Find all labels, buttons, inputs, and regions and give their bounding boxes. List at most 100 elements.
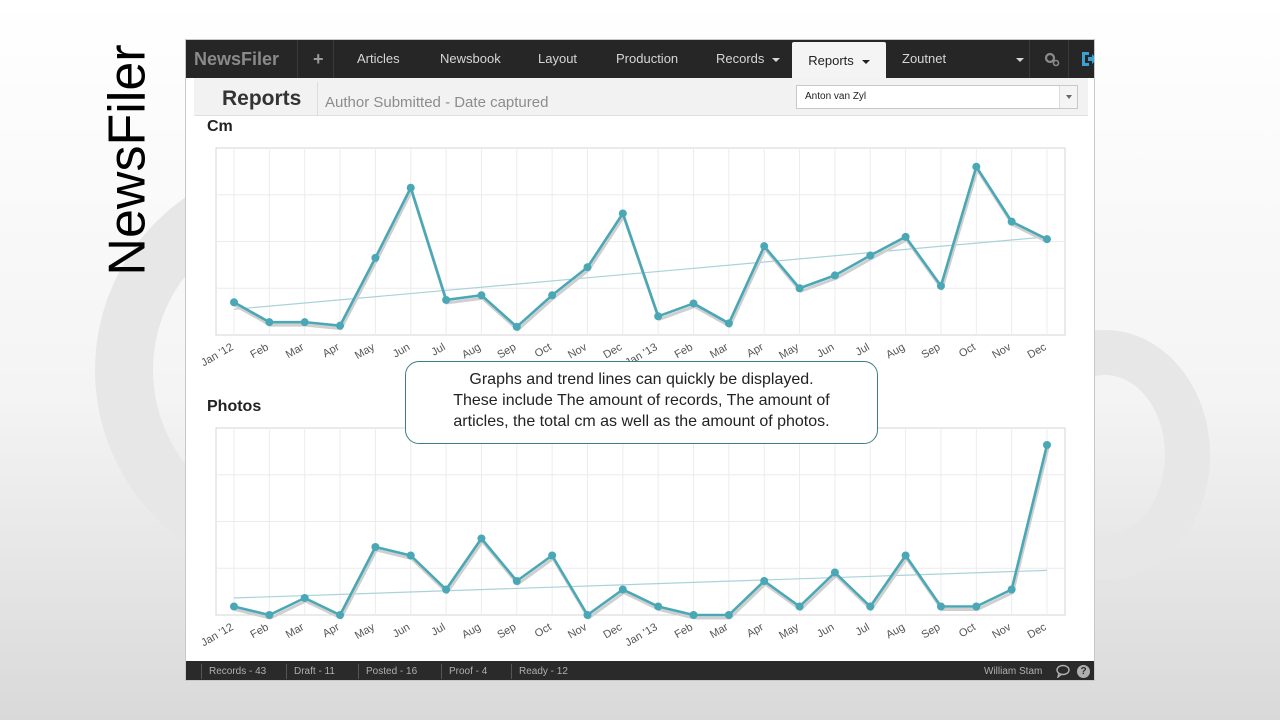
data-point bbox=[689, 299, 698, 308]
data-point bbox=[724, 611, 733, 619]
x-tick-label: Oct bbox=[957, 341, 978, 360]
x-tick-label: Jun bbox=[815, 621, 836, 640]
data-point bbox=[512, 322, 521, 331]
x-tick-label: Jul bbox=[854, 621, 872, 638]
x-tick-label: Dec bbox=[1026, 341, 1049, 361]
chart-title-photos: Photos bbox=[207, 398, 262, 415]
x-tick-label: Sep bbox=[495, 621, 518, 641]
x-tick-label: Sep bbox=[495, 341, 518, 361]
nav-separator bbox=[333, 40, 334, 78]
data-point bbox=[760, 577, 769, 585]
data-point bbox=[300, 594, 309, 602]
data-point bbox=[654, 602, 663, 611]
chat-icon[interactable] bbox=[1056, 664, 1070, 678]
data-point bbox=[901, 551, 910, 560]
gear-icon[interactable] bbox=[1044, 51, 1060, 67]
data-point bbox=[972, 602, 981, 611]
data-point bbox=[477, 291, 486, 300]
data-point bbox=[689, 611, 698, 619]
nav-item-newsbook[interactable]: Newsbook bbox=[440, 40, 501, 78]
nav-separator bbox=[1029, 40, 1030, 78]
chart-title-cm: Cm bbox=[207, 118, 233, 135]
help-icon[interactable]: ? bbox=[1077, 665, 1090, 678]
x-tick-label: Mar bbox=[284, 341, 307, 361]
x-tick-label: Apr bbox=[745, 341, 766, 360]
data-point bbox=[654, 312, 663, 321]
add-button[interactable]: + bbox=[313, 40, 324, 78]
nav-item-records-label: Records bbox=[716, 51, 765, 66]
x-tick-label: Jul bbox=[429, 621, 447, 638]
chevron-down-icon[interactable] bbox=[1059, 86, 1077, 108]
current-user[interactable]: William Stam bbox=[984, 661, 1042, 680]
x-tick-label: Nov bbox=[990, 341, 1013, 361]
callout-line: Graphs and trend lines can quickly be di… bbox=[469, 371, 814, 388]
photos-line-chart: Jan '12 Feb Mar Apr May Jun Jul Aug Sep Oct Nov Dec… bbox=[199, 427, 1066, 649]
zoutnet-dropdown-toggle[interactable] bbox=[1008, 40, 1024, 78]
page-title: Reports bbox=[222, 87, 302, 110]
status-records[interactable]: Records - 43 bbox=[201, 661, 266, 680]
status-ready[interactable]: Ready - 12 bbox=[511, 661, 568, 680]
data-point bbox=[300, 318, 309, 327]
x-tick-label: May bbox=[353, 621, 377, 642]
nav-item-reports-label: Reports bbox=[808, 53, 854, 68]
x-tick-label: Jul bbox=[854, 341, 872, 358]
x-tick-label: Jan '12 bbox=[199, 621, 235, 649]
data-point bbox=[1043, 441, 1051, 449]
nav-item-production[interactable]: Production bbox=[616, 40, 678, 78]
data-point bbox=[936, 281, 945, 290]
data-point bbox=[1007, 217, 1016, 226]
logout-icon[interactable] bbox=[1079, 50, 1095, 68]
data-point bbox=[371, 253, 380, 262]
data-point bbox=[724, 319, 733, 328]
data-point bbox=[336, 321, 345, 330]
top-navbar: NewsFiler + Articles Newsbook Layout Pro… bbox=[186, 40, 1095, 80]
slide-title: NewsFiler bbox=[99, 44, 158, 276]
data-point bbox=[760, 242, 769, 251]
data-point bbox=[936, 602, 945, 611]
x-tick-label: Jun bbox=[391, 341, 412, 360]
data-point bbox=[442, 295, 451, 304]
x-tick-label: Feb bbox=[248, 621, 270, 641]
x-tick-label: Aug bbox=[884, 341, 907, 361]
data-point bbox=[442, 585, 451, 594]
header-separator bbox=[317, 82, 318, 116]
x-tick-label: Dec bbox=[601, 341, 624, 361]
x-tick-label: Feb bbox=[673, 341, 695, 361]
status-posted[interactable]: Posted - 16 bbox=[358, 661, 417, 680]
x-tick-label: Jan '12 bbox=[199, 341, 235, 369]
caret-down-icon bbox=[861, 59, 870, 64]
x-tick-label: Jun bbox=[815, 341, 836, 360]
nav-item-zoutnet[interactable]: Zoutnet bbox=[902, 40, 946, 78]
data-point bbox=[512, 577, 521, 585]
x-tick-label: Oct bbox=[533, 341, 554, 360]
x-tick-label: Nov bbox=[566, 341, 589, 361]
nav-item-layout[interactable]: Layout bbox=[538, 40, 577, 78]
brand-logo[interactable]: NewsFiler bbox=[194, 40, 279, 78]
status-proof[interactable]: Proof - 4 bbox=[441, 661, 487, 680]
data-point bbox=[477, 534, 486, 543]
x-tick-label: Sep bbox=[920, 341, 943, 361]
data-point bbox=[866, 602, 875, 611]
data-point bbox=[866, 251, 875, 260]
nav-item-reports[interactable]: Reports bbox=[792, 42, 886, 80]
data-point bbox=[830, 271, 839, 280]
nav-item-records[interactable]: Records bbox=[716, 40, 781, 78]
data-point bbox=[265, 611, 274, 619]
data-point bbox=[265, 318, 274, 327]
x-tick-label: Dec bbox=[1026, 621, 1049, 641]
report-header: Reports Author Submitted - Date captured… bbox=[194, 78, 1088, 116]
x-tick-label: Jun bbox=[391, 621, 412, 640]
author-select[interactable]: Anton van Zyl bbox=[796, 85, 1078, 109]
data-point bbox=[618, 209, 627, 218]
data-point bbox=[230, 298, 238, 307]
x-tick-label: Oct bbox=[533, 621, 554, 640]
caret-down-icon bbox=[772, 57, 781, 62]
data-point bbox=[795, 284, 804, 293]
x-tick-label: May bbox=[777, 341, 801, 362]
data-point bbox=[583, 611, 592, 619]
nav-item-articles[interactable]: Articles bbox=[357, 40, 400, 78]
x-tick-label: May bbox=[777, 621, 801, 642]
status-draft[interactable]: Draft - 11 bbox=[286, 661, 335, 680]
x-tick-label: Mar bbox=[708, 341, 731, 361]
x-tick-label: Apr bbox=[745, 621, 766, 640]
